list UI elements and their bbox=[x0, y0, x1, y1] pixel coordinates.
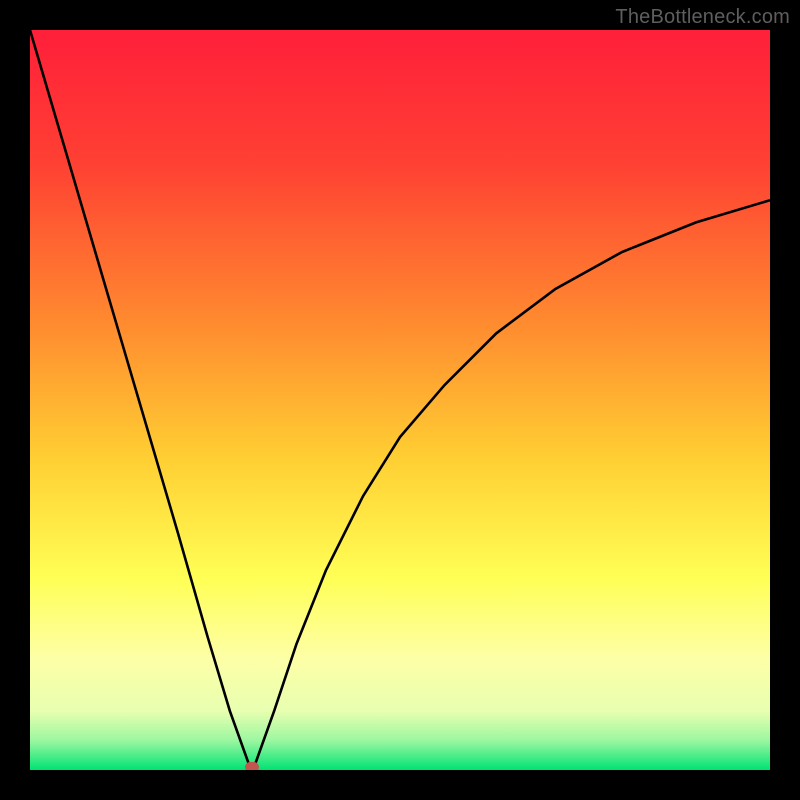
plot-area bbox=[30, 30, 770, 770]
chart-stage: TheBottleneck.com bbox=[0, 0, 800, 800]
watermark-label: TheBottleneck.com bbox=[615, 6, 790, 29]
curve-svg bbox=[30, 30, 770, 770]
curve-path bbox=[30, 30, 770, 770]
min-marker-icon bbox=[245, 762, 259, 770]
